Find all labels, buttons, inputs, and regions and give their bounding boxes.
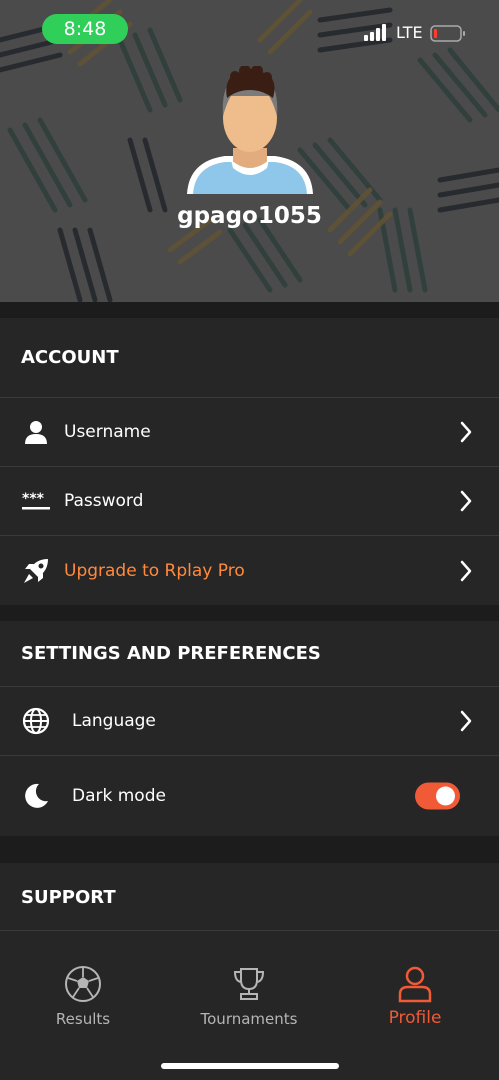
trophy-icon <box>233 968 265 1000</box>
settings-section-title: SETTINGS AND PREFERENCES <box>0 621 499 687</box>
password-row[interactable]: *** Password <box>0 467 499 536</box>
status-time: 8:48 <box>42 14 128 44</box>
profile-username: gpago1055 <box>177 203 322 229</box>
nav-profile[interactable]: Profile <box>332 950 498 1028</box>
chevron-right-icon <box>460 560 472 581</box>
upgrade-row[interactable]: Upgrade to Rplay Pro <box>0 536 499 605</box>
profile-icon <box>398 966 432 1003</box>
rocket-icon <box>24 558 48 583</box>
dark-mode-label: Dark mode <box>72 786 166 806</box>
password-label: Password <box>64 491 144 511</box>
nav-profile-label: Profile <box>388 1008 442 1028</box>
home-indicator <box>161 1063 339 1069</box>
person-icon <box>25 421 47 444</box>
language-row[interactable]: Language <box>0 687 499 756</box>
account-section-title: ACCOUNT <box>0 318 499 398</box>
username-row[interactable]: Username <box>0 398 499 467</box>
toggle-knob <box>436 786 455 806</box>
battery-icon <box>430 25 465 42</box>
language-label: Language <box>72 711 156 731</box>
account-section: ACCOUNT Username *** Password Upgrade to… <box>0 318 499 605</box>
globe-icon <box>22 707 50 735</box>
bottom-nav: Results Tournaments Profile <box>0 950 499 1080</box>
chevron-right-icon <box>460 710 472 732</box>
nav-results-label: Results <box>55 1010 111 1028</box>
signal-icon <box>364 24 386 41</box>
username-label: Username <box>64 422 151 442</box>
avatar-icon <box>187 66 313 194</box>
profile-header: 8:48 LTE gpago1055 <box>0 0 499 302</box>
nav-tournaments-label: Tournaments <box>200 1010 298 1028</box>
chevron-right-icon <box>460 490 472 512</box>
settings-section: SETTINGS AND PREFERENCES Language Dark m… <box>0 621 499 836</box>
dark-mode-toggle[interactable] <box>415 782 460 810</box>
svg-text:***: *** <box>22 491 45 507</box>
dark-mode-row: Dark mode <box>0 756 499 836</box>
moon-icon <box>25 783 48 808</box>
status-bar: 8:48 LTE <box>0 0 499 60</box>
password-icon: *** <box>22 491 50 510</box>
nav-tournaments[interactable]: Tournaments <box>166 950 332 1028</box>
chevron-right-icon <box>460 421 472 443</box>
soccer-ball-icon <box>65 966 101 1002</box>
support-section-title: SUPPORT <box>0 863 499 931</box>
support-section: SUPPORT <box>0 863 499 953</box>
nav-results[interactable]: Results <box>0 950 166 1028</box>
upgrade-label: Upgrade to Rplay Pro <box>64 560 245 581</box>
network-type: LTE <box>396 23 423 42</box>
